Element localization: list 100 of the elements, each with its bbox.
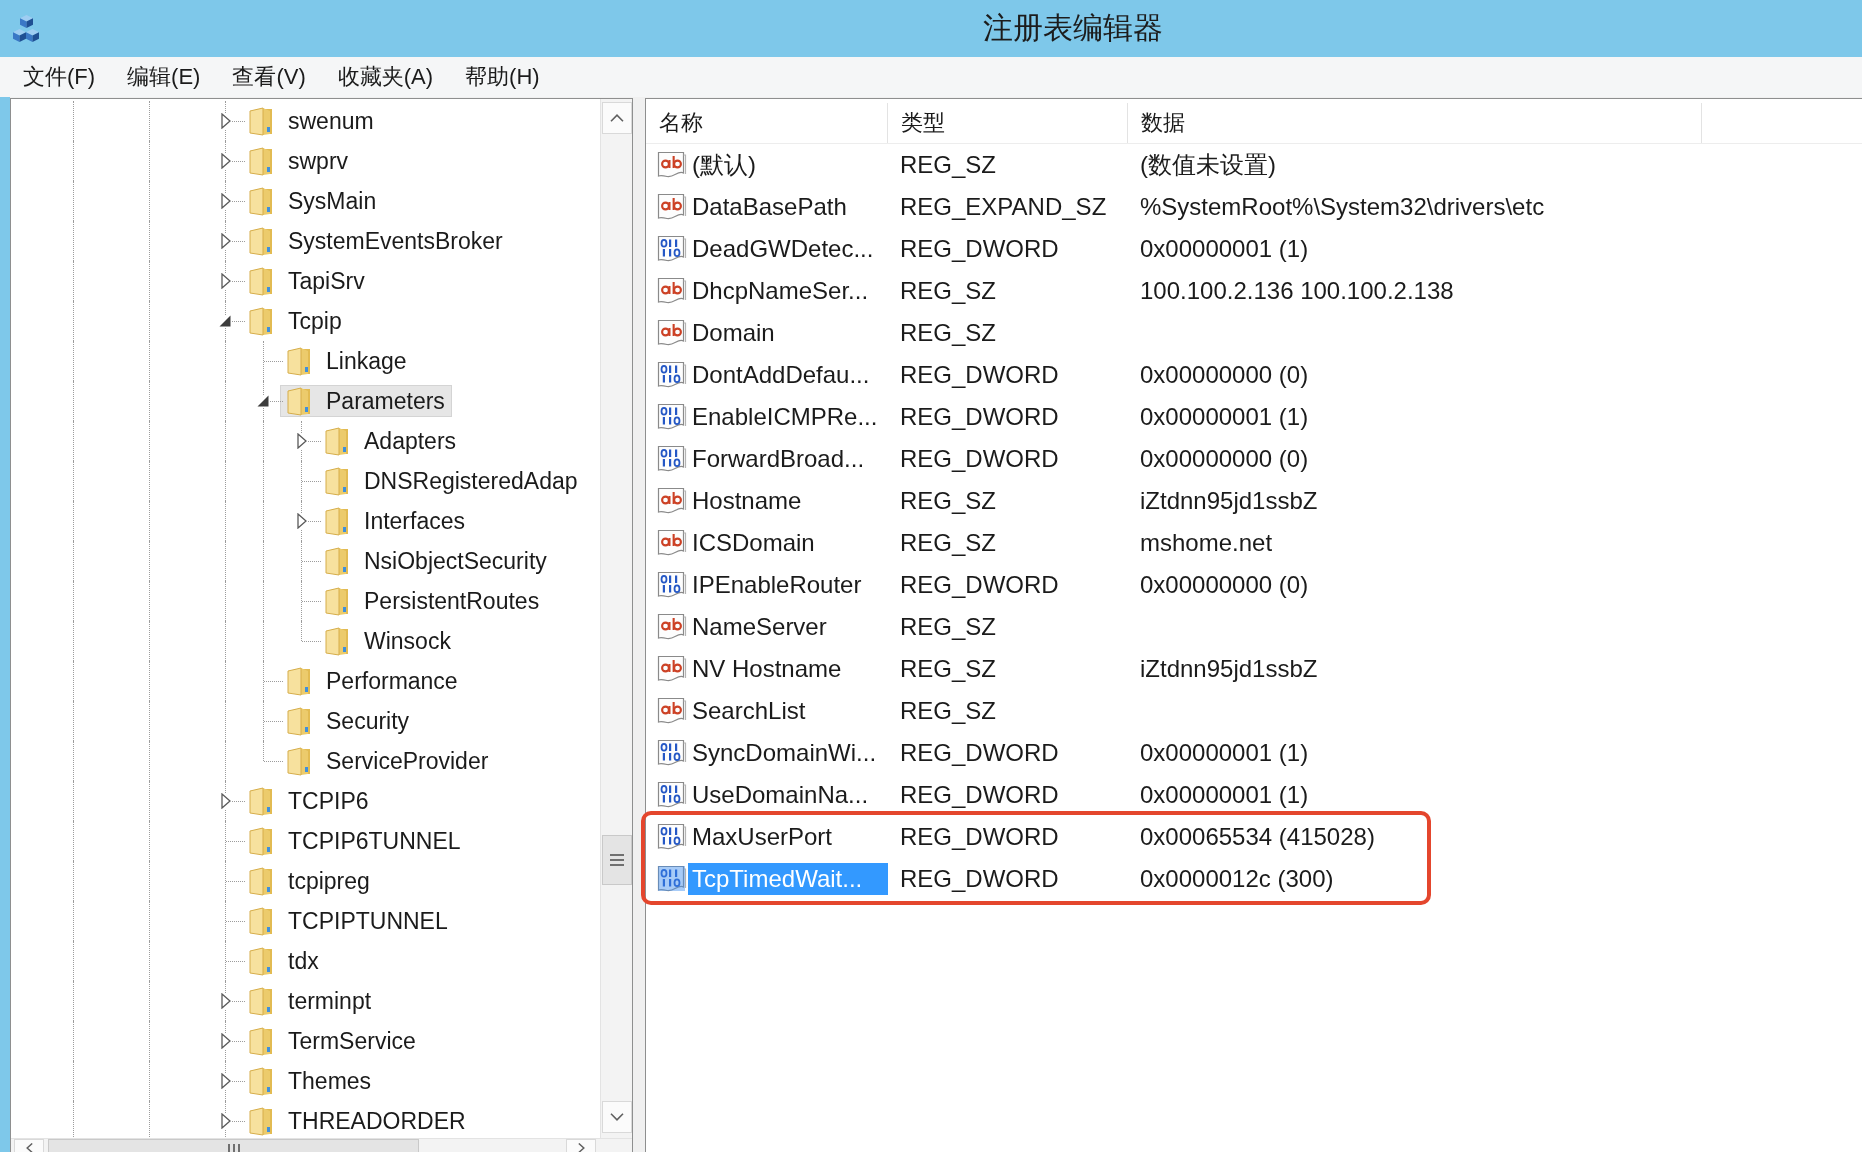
scrollbar-thumb[interactable] [48, 1139, 419, 1152]
tree-item[interactable]: THREADORDER [242, 1105, 473, 1137]
caret-right-icon[interactable] [221, 993, 231, 1009]
tree-item[interactable]: DNSRegisteredAdap [318, 465, 585, 497]
value-name[interactable]: DataBasePath [688, 191, 888, 223]
folder-icon [248, 266, 274, 296]
value-data: 0x0000012c (300) [1140, 866, 1334, 892]
value-data: 0x00000000 (0) [1140, 362, 1309, 388]
caret-right-icon[interactable] [221, 153, 231, 169]
binary-document-icon [657, 739, 687, 767]
tree-item[interactable]: PersistentRoutes [318, 585, 547, 617]
tree-item[interactable]: Linkage [280, 345, 414, 377]
value-name[interactable]: ForwardBroad... [688, 443, 888, 475]
tree-item[interactable]: Interfaces [318, 505, 472, 537]
tree-item[interactable]: Winsock [318, 625, 458, 657]
folder-icon [248, 826, 274, 856]
tree-item[interactable]: NsiObjectSecurity [318, 545, 554, 577]
tree-item[interactable]: TCPIP6 [242, 785, 376, 817]
text-document-icon [657, 277, 687, 305]
menu-item[interactable]: 文件(F) [7, 59, 112, 95]
value-name[interactable]: (默认) [688, 149, 888, 181]
caret-right-icon[interactable] [221, 1113, 231, 1129]
scroll-left-button[interactable] [14, 1139, 44, 1152]
column-header[interactable]: 类型 [888, 103, 1128, 143]
chevron-left-icon [25, 1143, 33, 1152]
value-name[interactable]: NV Hostname [688, 653, 888, 685]
value-name[interactable]: EnableICMPRe... [688, 401, 888, 433]
value-type: REG_DWORD [900, 824, 1059, 850]
column-header[interactable]: 名称 [646, 103, 888, 143]
value-type: REG_DWORD [900, 446, 1059, 472]
scroll-up-button[interactable] [601, 102, 632, 134]
column-header[interactable]: 数据 [1128, 103, 1702, 143]
menu-item[interactable]: 编辑(E) [111, 59, 217, 95]
value-name[interactable]: DhcpNameSer... [688, 275, 888, 307]
caret-right-icon[interactable] [221, 1073, 231, 1089]
value-name[interactable]: SearchList [688, 695, 888, 727]
menu-item[interactable]: 帮助(H) [449, 59, 556, 95]
folder-icon [286, 706, 312, 736]
value-data: iZtdnn95jd1ssbZ [1140, 656, 1318, 682]
value-name[interactable]: IPEnableRouter [688, 569, 888, 601]
caret-right-icon[interactable] [221, 233, 231, 249]
tree-item[interactable]: Themes [242, 1065, 379, 1097]
tree-item[interactable]: TCPIPTUNNEL [242, 905, 455, 937]
tree-item[interactable]: SystemEventsBroker [242, 225, 510, 257]
tree-item[interactable]: TCPIP6TUNNEL [242, 825, 468, 857]
tree-item[interactable]: Tcpip [242, 305, 349, 337]
value-data: 100.100.2.136 100.100.2.138 [1140, 278, 1454, 304]
text-document-icon [657, 319, 687, 347]
folder-icon [324, 546, 350, 576]
tree-item[interactable]: TapiSrv [242, 265, 372, 297]
grip-icon [227, 1144, 240, 1152]
value-name[interactable]: SyncDomainWi... [688, 737, 888, 769]
caret-right-icon[interactable] [221, 113, 231, 129]
menu-item[interactable]: 查看(V) [216, 59, 322, 95]
value-name[interactable]: DeadGWDetec... [688, 233, 888, 265]
horizontal-scrollbar[interactable] [11, 1138, 632, 1152]
caret-right-icon[interactable] [297, 513, 307, 529]
tree-item[interactable]: SysMain [242, 185, 384, 217]
chevron-down-icon [609, 1113, 624, 1121]
caret-right-icon[interactable] [221, 193, 231, 209]
caret-right-icon[interactable] [221, 273, 231, 289]
binary-document-icon [657, 445, 687, 473]
value-data: 0x00000001 (1) [1140, 740, 1309, 766]
value-type: REG_DWORD [900, 236, 1059, 262]
value-name[interactable]: DontAddDefau... [688, 359, 888, 391]
tree-item[interactable]: ServiceProvider [280, 745, 496, 777]
scroll-down-button[interactable] [601, 1101, 632, 1133]
tree-item[interactable]: tdx [242, 945, 326, 977]
tree-item[interactable]: swenum [242, 105, 381, 137]
scrollbar-thumb[interactable] [601, 835, 632, 885]
value-name[interactable]: MaxUserPort [688, 821, 888, 853]
caret-right-icon[interactable] [221, 1033, 231, 1049]
tree-item[interactable]: Performance [280, 665, 465, 697]
value-name[interactable]: UseDomainNa... [688, 779, 888, 811]
tree-item[interactable]: Adapters [318, 425, 464, 457]
cubes-icon [12, 13, 40, 44]
value-name[interactable]: Domain [688, 317, 888, 349]
binary-document-icon [657, 781, 687, 809]
tree-item[interactable]: TermService [242, 1025, 423, 1057]
tree-item[interactable]: Parameters [280, 385, 452, 417]
vertical-scrollbar[interactable] [600, 99, 632, 1138]
chevron-right-icon [577, 1143, 585, 1152]
tree-item[interactable]: terminpt [242, 985, 379, 1017]
tree-item[interactable]: tcpipreg [242, 865, 377, 897]
menu-item[interactable]: 收藏夹(A) [321, 59, 450, 95]
folder-icon [248, 106, 274, 136]
value-type: REG_SZ [900, 530, 997, 556]
scroll-right-button[interactable] [566, 1139, 596, 1152]
caret-right-icon[interactable] [221, 793, 231, 809]
value-type: REG_SZ [900, 152, 997, 178]
binary-document-icon [657, 865, 687, 893]
value-name[interactable]: ICSDomain [688, 527, 888, 559]
folder-icon [324, 426, 350, 456]
folder-icon [286, 386, 312, 416]
value-name[interactable]: NameServer [688, 611, 888, 643]
caret-right-icon[interactable] [297, 433, 307, 449]
value-type: REG_DWORD [900, 404, 1059, 430]
tree-item[interactable]: swprv [242, 145, 356, 177]
tree-item[interactable]: Security [280, 705, 417, 737]
value-name[interactable]: Hostname [688, 485, 888, 517]
